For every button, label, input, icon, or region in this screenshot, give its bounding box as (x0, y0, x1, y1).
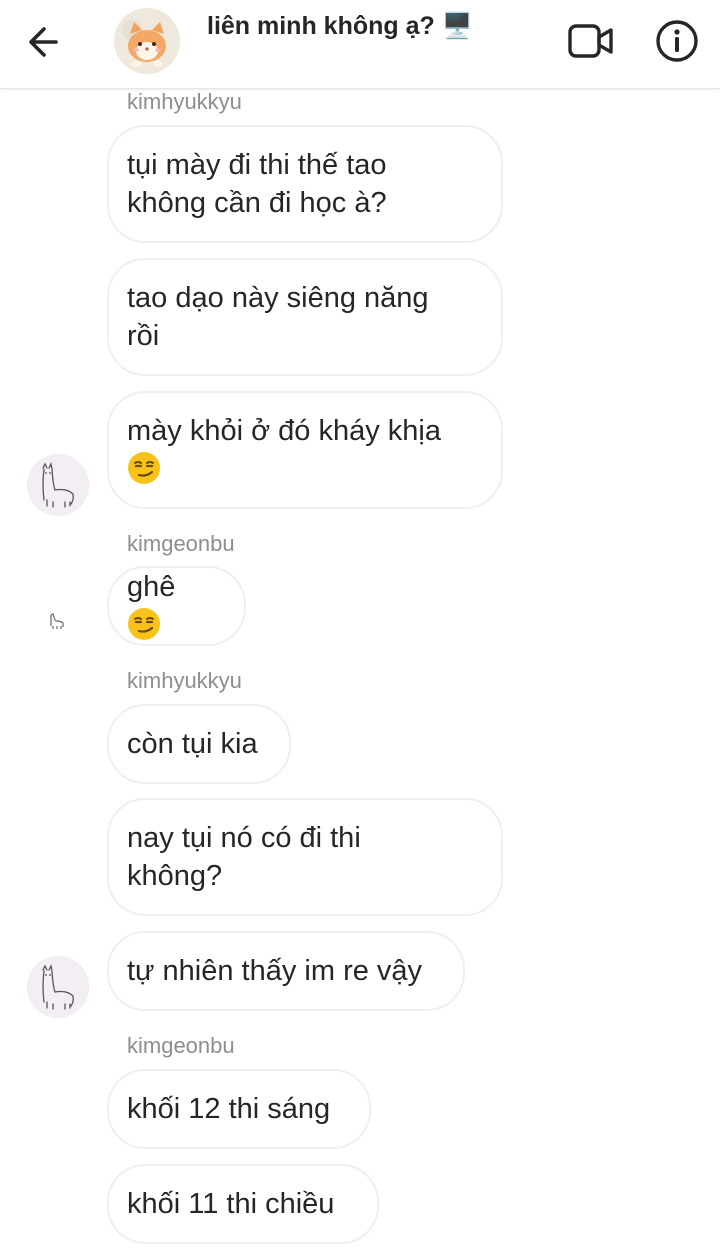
group-avatar[interactable] (114, 8, 180, 74)
message-bubble[interactable]: ghê (107, 566, 246, 646)
message-text: tự nhiên thấy im re vậy (127, 955, 423, 987)
message-bubble[interactable]: khối 12 thi sáng (107, 1069, 371, 1149)
message-text: ghê (127, 571, 176, 603)
message-text: còn tụi kia (127, 728, 258, 760)
user-avatar[interactable] (27, 454, 89, 516)
sender-name: kimgeonbu (127, 531, 235, 556)
message-content: ghê (127, 568, 175, 644)
message-bubble[interactable]: nay tụi nó có đi thi không? (107, 798, 503, 916)
sender-name: kimhyukkyu (127, 668, 242, 693)
message-bubble[interactable]: tao dạo này siêng năng rồi (107, 258, 503, 376)
info-button[interactable] (654, 18, 700, 64)
message-bubble[interactable]: tụi mày đi thi thế tao không cần đi học … (107, 125, 503, 243)
message-content: mày khỏi ở đó kháy khịa (127, 412, 441, 488)
message-text: tụi mày đi thi thế tao không cần đi học … (127, 149, 387, 219)
arrow-left-icon (29, 27, 58, 57)
alpaca-mini-icon (50, 613, 64, 629)
chat-header: liên minh không ạ? 🖥️ (0, 0, 720, 89)
message-bubble[interactable]: mày khỏi ở đó kháy khịa (107, 391, 503, 509)
alpaca-avatar-icon (27, 956, 89, 1018)
read-receipt-avatar (46, 611, 68, 631)
cat-avatar-icon (114, 8, 180, 74)
video-call-button[interactable] (566, 20, 616, 62)
sender-name: kimgeonbu (127, 1033, 235, 1058)
info-icon (656, 20, 698, 62)
smirk-emoji-icon (128, 608, 160, 640)
smirk-emoji-icon (128, 452, 160, 484)
back-button[interactable] (22, 20, 70, 64)
message-text: khối 11 thi chiều (127, 1188, 335, 1220)
alpaca-avatar-icon (27, 454, 89, 516)
message-bubble[interactable]: còn tụi kia (107, 704, 291, 784)
message-bubble[interactable]: khối 11 thi chiều (107, 1164, 379, 1244)
message-text: tao dạo này siêng năng rồi (127, 282, 429, 352)
message-text: khối 12 thi sáng (127, 1093, 331, 1125)
chat-title[interactable]: liên minh không ạ? 🖥️ (207, 12, 473, 41)
message-bubble[interactable]: tự nhiên thấy im re vậy (107, 931, 465, 1011)
message-text: mày khỏi ở đó kháy khịa (127, 415, 442, 447)
message-text: nay tụi nó có đi thi không? (127, 822, 361, 892)
user-avatar[interactable] (27, 956, 89, 1018)
video-camera-icon (568, 24, 613, 58)
sender-name: kimhyukkyu (127, 89, 242, 114)
